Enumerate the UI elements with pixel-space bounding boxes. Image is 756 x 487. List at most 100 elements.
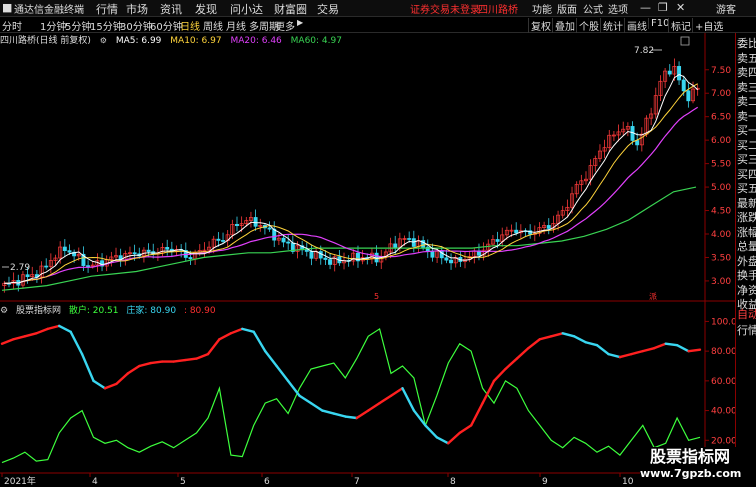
dealer-segment: [206, 338, 221, 356]
tool-stats[interactable]: 统计: [600, 18, 625, 33]
candle-body: [132, 252, 137, 255]
login-warning[interactable]: 证券交易未登录: [410, 1, 480, 16]
menu-ask[interactable]: 问小达: [230, 1, 263, 17]
period-60min[interactable]: 60分钟: [150, 18, 183, 33]
tool-overlay[interactable]: 叠加: [552, 18, 577, 33]
indicator-tick-label: 80.00: [711, 347, 735, 357]
price-tick-label: 7.00: [711, 89, 731, 99]
menu-formula[interactable]: 公式: [583, 1, 603, 16]
dealer-value: 庄家: 80.90: [126, 306, 177, 316]
candle-body: [681, 79, 686, 92]
minimize-icon[interactable]: —: [640, 1, 651, 14]
menu-bar: ■ 通达信金融终端 行情 市场 资讯 发现 问小达 财富圈 交易 证券交易未登录…: [0, 0, 756, 17]
dealer-segment: [572, 335, 587, 344]
menu-wealth-circle[interactable]: 财富圈: [274, 1, 307, 17]
dealer-segment: [389, 387, 404, 397]
period-monthly[interactable]: 月线: [226, 18, 246, 33]
dealer-segment: [344, 415, 358, 420]
dealer-segment: [12, 335, 27, 341]
dealer-segment: [321, 409, 336, 415]
tool-mark[interactable]: 标记: [668, 18, 693, 33]
menu-market-quotes[interactable]: 行情: [96, 1, 118, 17]
price-tick-label: 4.00: [711, 230, 731, 240]
menu-news[interactable]: 资讯: [160, 1, 182, 17]
tool-draw[interactable]: 画线: [624, 18, 649, 33]
app-logo-icon: ■: [2, 1, 13, 14]
watermark-url: www.7gpzb.com: [640, 467, 742, 480]
dealer-segment: [675, 344, 690, 353]
dealer-segment: [492, 367, 507, 383]
chart-area[interactable]: 7.50 7.00 6.50 6.00 5.50 5.00 4.50 4.00 3.50 3.00…: [0, 33, 735, 487]
dealer-segment: [378, 394, 393, 405]
menu-trade[interactable]: 交易: [317, 1, 339, 17]
dealer-segment: [35, 327, 49, 335]
dealer-segment: [115, 372, 130, 386]
price-tick-label: 3.50: [711, 253, 731, 263]
period-15min[interactable]: 15分钟: [90, 18, 123, 33]
stock-name-link[interactable]: 四川路桥: [478, 1, 518, 16]
period-intraday[interactable]: 分时: [2, 18, 22, 33]
dealer-segment: [527, 338, 542, 350]
candle-body: [146, 249, 151, 252]
watermark-title: 股票指标网: [649, 447, 730, 466]
side-panel-item[interactable]: 自动: [737, 306, 756, 322]
period-1min[interactable]: 1分钟: [40, 18, 66, 33]
candle-body: [635, 140, 640, 146]
dealer-segment: [641, 346, 656, 353]
dealer-segment: [538, 335, 553, 341]
period-5min[interactable]: 5分钟: [65, 18, 91, 33]
date-tick-label: 4: [92, 477, 98, 487]
chart-options-icon[interactable]: [680, 36, 690, 46]
candle-body: [514, 229, 519, 234]
dealer-segment: [447, 431, 461, 445]
date-tick-label: 9: [542, 477, 548, 487]
date-tick-label: 5: [180, 477, 186, 487]
indicator-settings-icon[interactable]: ⚙: [0, 306, 8, 316]
date-tick-label: 8: [450, 477, 456, 487]
menu-function[interactable]: 功能: [532, 1, 552, 16]
dealer-segment: [229, 327, 244, 335]
dealer-line: [0, 324, 702, 445]
period-30min[interactable]: 30分钟: [120, 18, 153, 33]
dealer-segment: [286, 379, 301, 397]
period-daily[interactable]: 日线: [180, 18, 200, 33]
menu-discover[interactable]: 发现: [195, 1, 217, 17]
candle-body: [86, 265, 91, 267]
candle-body: [44, 265, 49, 268]
dealer-segment: [46, 324, 61, 331]
candle-body: [221, 240, 226, 242]
menu-layout[interactable]: 版面: [557, 1, 577, 16]
close-icon[interactable]: ✕: [676, 1, 685, 14]
restore-icon[interactable]: ❐: [658, 1, 668, 14]
price-axis: 7.50 7.00 6.50 6.00 5.50 5.00 4.50 4.00 3.50 3.00: [705, 66, 731, 287]
candle-body: [677, 66, 682, 81]
candle-body: [546, 225, 551, 229]
user-label[interactable]: 游客: [716, 1, 736, 16]
dealer-segment: [401, 387, 416, 412]
dealer-segment: [664, 342, 679, 347]
menu-options[interactable]: 选项: [608, 1, 628, 16]
candle-body: [328, 259, 333, 265]
price-tick-label: 6.50: [711, 113, 731, 123]
period-weekly[interactable]: 周线: [203, 18, 223, 33]
side-panel-item[interactable]: 行情: [737, 322, 756, 338]
dealer-segment: [263, 349, 278, 368]
period-more[interactable]: 更多: [275, 18, 295, 33]
candle-body: [216, 238, 221, 241]
candle-body: [235, 223, 239, 227]
candle-body: [667, 70, 672, 75]
tool-add-watchlist[interactable]: +自选: [692, 18, 725, 33]
indicator-name[interactable]: 股票指标网: [16, 306, 61, 316]
candle-body: [188, 257, 193, 260]
candle-body: [165, 247, 170, 250]
price-tick-label: 7.50: [711, 66, 731, 76]
dealer-segment: [298, 394, 313, 405]
more-arrow-icon[interactable]: ▶: [297, 18, 303, 27]
tool-adjust[interactable]: 复权: [528, 18, 553, 33]
dealer-segment: [23, 332, 38, 338]
dealer-segment: [458, 424, 473, 435]
dealer-segment: [618, 352, 633, 359]
candle-body: [267, 227, 272, 230]
menu-market[interactable]: 市场: [126, 1, 148, 17]
tool-stock[interactable]: 个股: [576, 18, 601, 33]
